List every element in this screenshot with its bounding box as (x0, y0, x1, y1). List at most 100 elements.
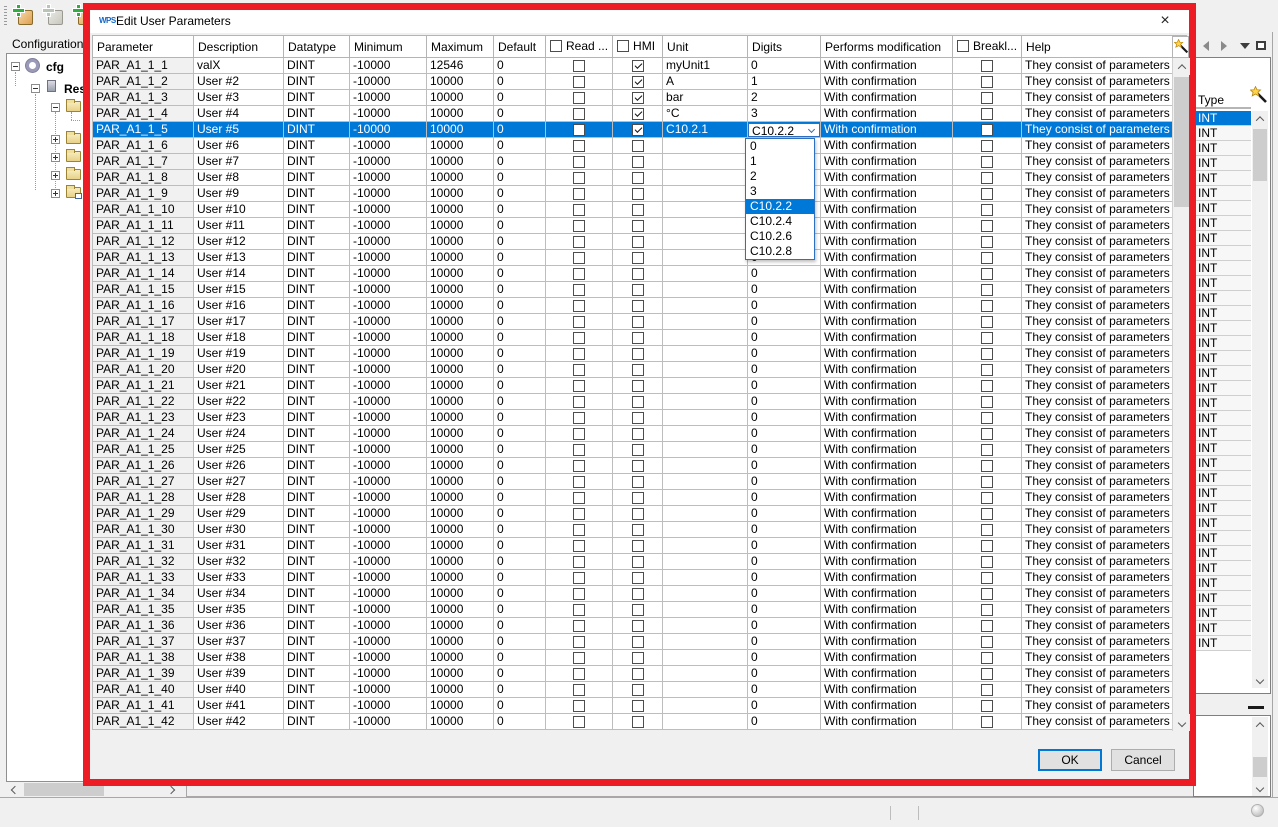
default-cell[interactable]: 0 (494, 442, 546, 458)
breaking-checkbox[interactable] (981, 92, 993, 104)
performs-cell[interactable]: With confirmation (821, 122, 953, 138)
type-row[interactable]: INT (1196, 321, 1251, 336)
type-row[interactable]: INT (1196, 366, 1251, 381)
digits-cell[interactable]: 0 (748, 554, 821, 570)
hmi-checkbox[interactable] (632, 492, 644, 504)
param-row[interactable]: PAR_A1_1_19User #19DINT-100001000000With… (93, 346, 1187, 362)
performs-cell[interactable]: With confirmation (821, 522, 953, 538)
description-cell[interactable]: User #10 (194, 202, 284, 218)
description-cell[interactable]: User #32 (194, 554, 284, 570)
performs-cell[interactable]: With confirmation (821, 490, 953, 506)
param-row[interactable]: PAR_A1_1_29User #29DINT-100001000000With… (93, 506, 1187, 522)
breaking-checkbox[interactable] (981, 220, 993, 232)
open-folder-icon[interactable] (66, 101, 81, 112)
unit-cell[interactable] (663, 458, 748, 474)
hmi-checkbox[interactable] (632, 188, 644, 200)
param-row[interactable]: PAR_A1_1_21User #21DINT-100001000000With… (93, 378, 1187, 394)
description-cell[interactable]: User #5 (194, 122, 284, 138)
default-cell[interactable]: 0 (494, 298, 546, 314)
dialog-table-vscrollbar[interactable] (1172, 58, 1189, 731)
breaking-checkbox[interactable] (981, 156, 993, 168)
unit-cell[interactable] (663, 378, 748, 394)
datatype-cell[interactable]: DINT (284, 266, 350, 282)
breaking-checkbox[interactable] (981, 412, 993, 424)
unit-cell[interactable] (663, 266, 748, 282)
digits-cell[interactable]: 0 (748, 538, 821, 554)
read-checkbox[interactable] (573, 700, 585, 712)
performs-cell[interactable]: With confirmation (821, 346, 953, 362)
digits-cell[interactable]: 0 (748, 282, 821, 298)
parameter-cell[interactable]: PAR_A1_1_26 (93, 458, 194, 474)
minimum-cell[interactable]: -10000 (350, 666, 427, 682)
description-cell[interactable]: User #9 (194, 186, 284, 202)
performs-cell[interactable]: With confirmation (821, 634, 953, 650)
parameter-cell[interactable]: PAR_A1_1_40 (93, 682, 194, 698)
col-unit[interactable]: Unit (663, 36, 748, 58)
description-cell[interactable]: User #3 (194, 90, 284, 106)
datatype-cell[interactable]: DINT (284, 74, 350, 90)
minimum-cell[interactable]: -10000 (350, 458, 427, 474)
digits-cell[interactable]: 0 (748, 442, 821, 458)
parameter-cell[interactable]: PAR_A1_1_10 (93, 202, 194, 218)
unit-cell[interactable] (663, 714, 748, 730)
read-checkbox[interactable] (573, 172, 585, 184)
datatype-cell[interactable]: DINT (284, 106, 350, 122)
maximum-cell[interactable]: 10000 (427, 250, 494, 266)
breaking-checkbox[interactable] (981, 348, 993, 360)
performs-cell[interactable]: With confirmation (821, 506, 953, 522)
performs-cell[interactable]: With confirmation (821, 298, 953, 314)
chevron-down-icon[interactable] (808, 125, 815, 132)
minimum-cell[interactable]: -10000 (350, 330, 427, 346)
parameter-cell[interactable]: PAR_A1_1_19 (93, 346, 194, 362)
read-checkbox[interactable] (573, 204, 585, 216)
unit-cell[interactable] (663, 602, 748, 618)
type-row[interactable]: INT (1196, 306, 1251, 321)
default-cell[interactable]: 0 (494, 314, 546, 330)
unit-cell[interactable]: C10.2.1 (663, 122, 748, 138)
minimum-cell[interactable]: -10000 (350, 154, 427, 170)
performs-cell[interactable]: With confirmation (821, 250, 953, 266)
param-row[interactable]: PAR_A1_1_22User #22DINT-100001000000With… (93, 394, 1187, 410)
dropdown-option[interactable]: 0 (746, 139, 814, 154)
datatype-cell[interactable]: DINT (284, 698, 350, 714)
unit-cell[interactable] (663, 490, 748, 506)
digits-cell[interactable]: 1 (748, 74, 821, 90)
hmi-checkbox[interactable] (632, 92, 644, 104)
performs-cell[interactable]: With confirmation (821, 698, 953, 714)
folder-icon[interactable] (66, 169, 81, 180)
description-cell[interactable]: User #8 (194, 170, 284, 186)
hmi-checkbox[interactable] (632, 652, 644, 664)
help-cell[interactable]: They consist of parameters ... (1022, 650, 1187, 666)
default-cell[interactable]: 0 (494, 282, 546, 298)
description-cell[interactable]: User #23 (194, 410, 284, 426)
param-row[interactable]: PAR_A1_1_11User #11DINT-100001000000With… (93, 218, 1187, 234)
folder-icon[interactable] (66, 151, 81, 162)
minimum-cell[interactable]: -10000 (350, 250, 427, 266)
datatype-cell[interactable]: DINT (284, 58, 350, 74)
breaking-checkbox[interactable] (981, 636, 993, 648)
maximum-cell[interactable]: 10000 (427, 698, 494, 714)
default-cell[interactable]: 0 (494, 522, 546, 538)
read-header-checkbox[interactable] (550, 40, 562, 52)
unit-cell[interactable] (663, 330, 748, 346)
help-cell[interactable]: They consist of parameters ... (1022, 682, 1187, 698)
default-cell[interactable]: 0 (494, 170, 546, 186)
performs-cell[interactable]: With confirmation (821, 58, 953, 74)
type-row[interactable]: INT (1196, 486, 1251, 501)
minimum-cell[interactable]: -10000 (350, 522, 427, 538)
read-checkbox[interactable] (573, 652, 585, 664)
parameter-cell[interactable]: PAR_A1_1_13 (93, 250, 194, 266)
read-checkbox[interactable] (573, 668, 585, 680)
help-cell[interactable]: They consist of parameters ... (1022, 170, 1187, 186)
help-cell[interactable]: They consist of parameters ... (1022, 282, 1187, 298)
param-row[interactable]: PAR_A1_1_16User #16DINT-100001000000With… (93, 298, 1187, 314)
digits-cell[interactable]: 0 (748, 714, 821, 730)
digits-cell[interactable]: 0 (748, 634, 821, 650)
maximum-cell[interactable]: 10000 (427, 714, 494, 730)
nav-back-icon[interactable] (1203, 41, 1209, 51)
hmi-checkbox[interactable] (632, 668, 644, 680)
digits-cell[interactable]: 0 (748, 298, 821, 314)
unit-cell[interactable]: bar (663, 90, 748, 106)
performs-cell[interactable]: With confirmation (821, 538, 953, 554)
breaking-checkbox[interactable] (981, 556, 993, 568)
